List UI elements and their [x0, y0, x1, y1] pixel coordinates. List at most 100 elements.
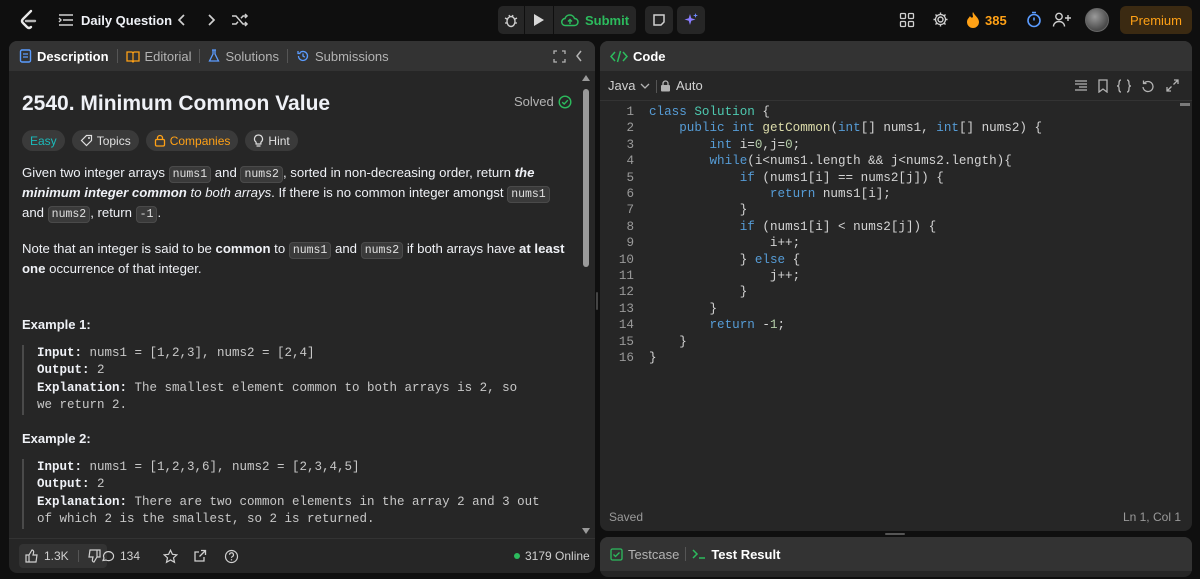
- tab-description[interactable]: Description: [9, 41, 117, 71]
- divider: [77, 550, 79, 562]
- expand-panel-icon[interactable]: [553, 50, 566, 63]
- comment-count: 134: [120, 549, 141, 563]
- ai-assist-button[interactable]: [677, 6, 705, 34]
- output-label: Output:: [37, 363, 90, 378]
- editor-scrollbar[interactable]: [1180, 103, 1190, 106]
- line-number: 12: [618, 285, 634, 300]
- bookmark-icon[interactable]: [1097, 79, 1109, 93]
- line-number: 1: [626, 105, 634, 119]
- line-number: 11: [618, 269, 634, 283]
- problem-title[interactable]: 2540. Minimum Common Value: [22, 92, 330, 116]
- timer-icon[interactable]: [1026, 11, 1042, 28]
- maximize-icon[interactable]: [1166, 79, 1179, 92]
- scroll-down-icon[interactable]: [582, 528, 590, 534]
- settings-gear-icon[interactable]: [932, 11, 949, 28]
- tab-solutions[interactable]: Solutions: [200, 41, 286, 71]
- output-label: Output:: [37, 477, 90, 492]
- star-icon[interactable]: [163, 549, 178, 564]
- code-line: if (nums1[i] < nums2[j]) {: [739, 219, 937, 234]
- example-2-explanation: Explanation: There are two common elemen…: [37, 494, 552, 529]
- chevron-down-icon: [640, 82, 650, 90]
- problem-list-label[interactable]: Daily Question: [81, 13, 172, 28]
- help-icon[interactable]: [224, 549, 239, 564]
- line-number: 13: [618, 301, 634, 316]
- example-2-output: Output: 2: [37, 476, 562, 493]
- solved-status-label: Solved: [514, 94, 554, 109]
- code-panel-title[interactable]: Code: [633, 49, 666, 64]
- tab-editorial[interactable]: Editorial: [118, 41, 200, 71]
- online-indicator: 3179 Online: [514, 549, 590, 563]
- code-line: return nums1[i];: [769, 187, 891, 201]
- collapse-panel-icon[interactable]: [574, 49, 584, 63]
- layout-icon[interactable]: [899, 12, 915, 28]
- lock-icon: [154, 134, 166, 147]
- example-1-explanation: Explanation: The smallest element common…: [37, 380, 537, 415]
- line-number: 16: [618, 351, 634, 365]
- document-icon: [19, 49, 32, 63]
- like-count: 1.3K: [44, 549, 69, 563]
- shuffle-icon[interactable]: [231, 12, 249, 28]
- example-1-output: Output: 2: [37, 362, 562, 379]
- horizontal-resize-handle[interactable]: [596, 292, 598, 310]
- testcase-panel: Testcase Test Result: [600, 537, 1192, 577]
- bold-text: common: [215, 241, 271, 256]
- line-number: 15: [618, 334, 634, 349]
- code-line: }: [679, 334, 687, 349]
- text: .: [157, 205, 162, 220]
- tab-testcase[interactable]: Testcase: [610, 537, 679, 571]
- user-avatar[interactable]: [1085, 8, 1109, 32]
- auto-mode-toggle[interactable]: Auto: [660, 78, 703, 93]
- thumbs-up-icon: [25, 549, 39, 563]
- thumbs-down-icon[interactable]: [87, 549, 101, 563]
- reset-icon[interactable]: [1141, 79, 1155, 93]
- braces-icon[interactable]: [1116, 79, 1132, 93]
- book-icon: [125, 50, 140, 63]
- description-scrollbar[interactable]: [583, 89, 589, 267]
- prev-problem-icon[interactable]: [175, 12, 189, 28]
- italic-text: to both arrays: [186, 185, 272, 200]
- like-button[interactable]: 1.3K: [19, 544, 107, 568]
- tab-submissions[interactable]: Submissions: [288, 41, 397, 71]
- submit-button[interactable]: Submit: [554, 6, 636, 34]
- vertical-resize-handle[interactable]: [885, 533, 905, 535]
- tab-testcase-label: Testcase: [628, 546, 680, 562]
- online-dot: [514, 553, 520, 559]
- inline-code: nums2: [240, 166, 283, 183]
- code-line: }: [739, 203, 748, 218]
- editor-toolbar: Java Auto: [600, 71, 1192, 101]
- add-friend-icon[interactable]: [1052, 11, 1072, 28]
- leetcode-logo-icon[interactable]: [18, 9, 38, 31]
- inline-code: -1: [135, 206, 158, 223]
- lightbulb-icon: [253, 133, 264, 148]
- notes-button[interactable]: [645, 6, 673, 34]
- check-circle-icon: [558, 94, 572, 109]
- code-line: }: [739, 285, 748, 300]
- language-select[interactable]: Java: [608, 78, 650, 93]
- text: and: [331, 241, 361, 256]
- streak-flame-icon[interactable]: [966, 11, 980, 28]
- code-panel-header: Code: [600, 41, 1192, 71]
- premium-button[interactable]: Premium: [1120, 6, 1192, 34]
- share-icon[interactable]: [193, 549, 207, 563]
- toolbar-divider: [656, 80, 657, 93]
- scroll-up-icon[interactable]: [582, 75, 590, 81]
- input-label: Input:: [37, 460, 83, 474]
- code-editor[interactable]: 1 2 3 4 5 6 7 8 9 10 11 12 13 14 15 16 class Solution {…: [600, 103, 1192, 505]
- code-content[interactable]: class Solution { public int getCommon(in…: [649, 105, 1179, 405]
- format-code-icon[interactable]: [1074, 79, 1088, 93]
- hint-tag[interactable]: Hint: [245, 130, 298, 151]
- problem-list-icon[interactable]: [58, 12, 74, 28]
- debug-button[interactable]: [498, 6, 524, 34]
- run-button[interactable]: [525, 6, 553, 34]
- checkbox-icon: [610, 547, 623, 561]
- auto-mode-label: Auto: [676, 78, 703, 93]
- comments-button[interactable]: 134: [101, 549, 140, 563]
- next-problem-icon[interactable]: [204, 12, 218, 28]
- tab-test-result[interactable]: Test Result: [692, 537, 780, 571]
- topics-tag[interactable]: Topics: [71, 130, 139, 151]
- companies-tag[interactable]: Companies: [145, 130, 239, 151]
- testcase-panel-header: Testcase Test Result: [600, 537, 1192, 571]
- saved-status: Saved: [609, 510, 644, 524]
- streak-count[interactable]: 385: [985, 13, 1007, 28]
- inline-code: nums1: [168, 166, 212, 183]
